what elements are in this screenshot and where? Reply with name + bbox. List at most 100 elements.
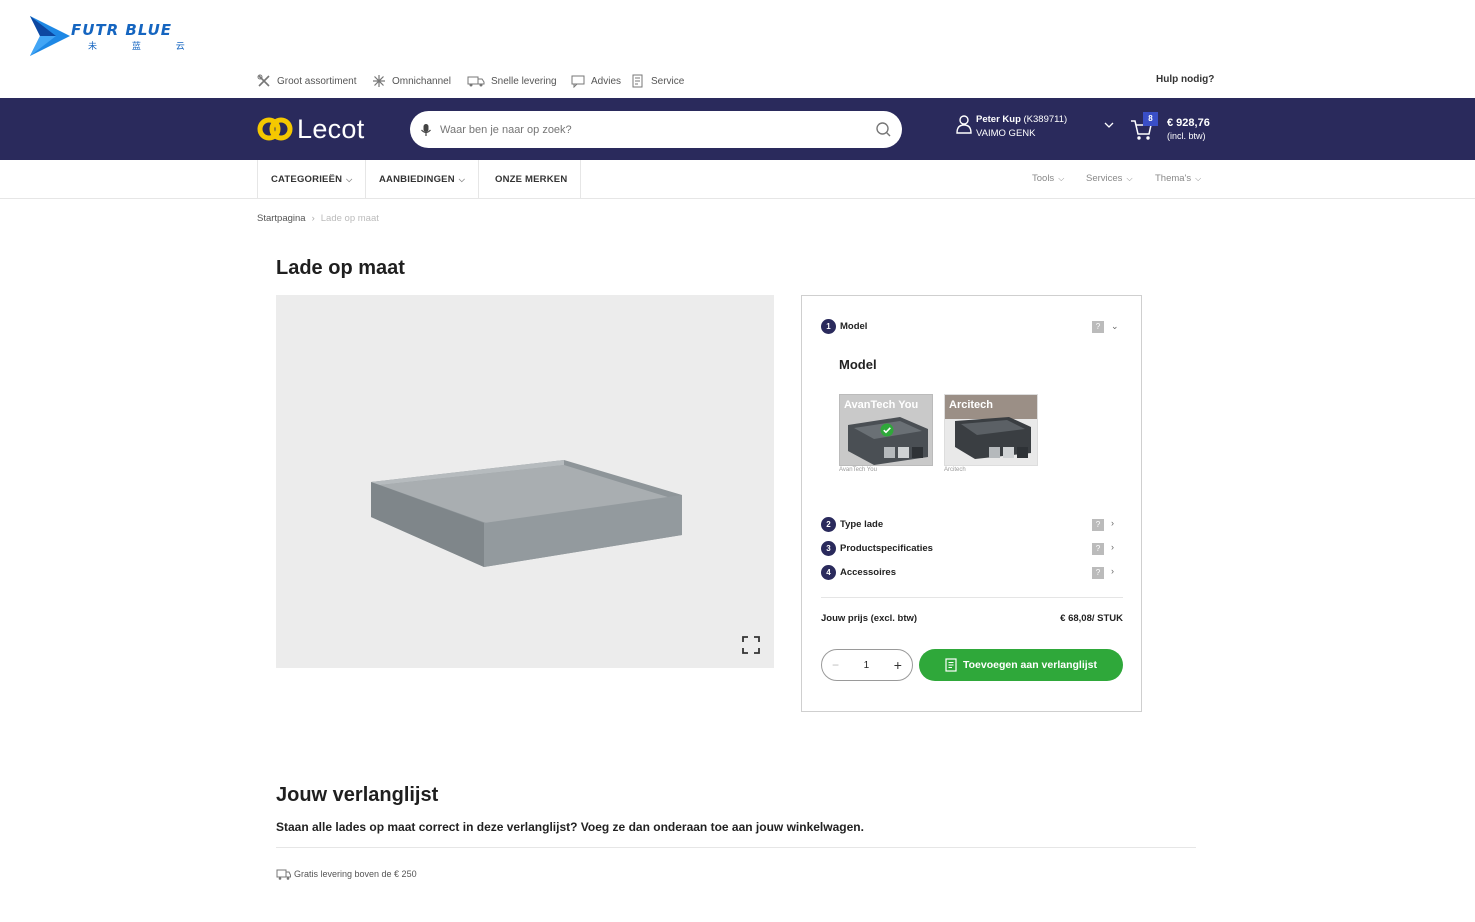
model-caption: Arcitech [944, 467, 966, 473]
model-option-label: Arcitech [949, 399, 994, 411]
add-to-wishlist-button[interactable]: Toevoegen aan verlanglijst [919, 649, 1123, 681]
usp-label: Service [651, 75, 685, 87]
user-icon [956, 115, 972, 134]
usp-label: Omnichannel [392, 75, 451, 87]
model-option-label: AvanTech You [844, 399, 919, 411]
search-bar[interactable] [410, 111, 902, 148]
usp-item-advice[interactable]: Advies [571, 74, 621, 88]
page-title: Lade op maat [276, 257, 405, 279]
step-label: Productspecificaties [840, 543, 933, 554]
wishlist-text: Staan alle lades op maat correct in deze… [276, 820, 864, 834]
usp-item-omnichannel[interactable]: Omnichannel [372, 74, 451, 88]
search-icon[interactable] [875, 121, 892, 138]
nav-categories[interactable]: CATEGORIEËN ⌵ [257, 160, 367, 199]
help-icon[interactable]: ? [1092, 543, 1104, 555]
usp-label: Groot assortiment [277, 75, 357, 87]
nav-label: Tools [1032, 173, 1055, 184]
help-icon[interactable]: ? [1092, 519, 1104, 531]
lecot-logo[interactable]: Lecot [257, 111, 365, 147]
search-input[interactable] [440, 123, 860, 136]
nav-services[interactable]: Services ⌵ [1086, 173, 1133, 184]
usp-item-assortment[interactable]: Groot assortiment [257, 74, 356, 88]
chevron-down-icon: ⌵ [1058, 173, 1065, 183]
nav-tools[interactable]: Tools ⌵ [1032, 173, 1064, 184]
breadcrumb-current: Lade op maat [320, 213, 379, 224]
cart-amount: € 928,76 [1167, 117, 1210, 129]
quantity-decrease-button[interactable]: − [832, 658, 839, 672]
price-label: Jouw prijs (excl. btw) [821, 613, 918, 624]
breadcrumb: Startpagina › Lade op maat [257, 213, 379, 224]
user-name: Peter Kup [976, 114, 1021, 125]
chevron-right-icon: › [311, 213, 315, 224]
truck-icon [467, 76, 485, 87]
quantity-increase-button[interactable]: + [894, 657, 902, 673]
configurator-panel: 1 Model ? ⌄ Model AvanTech You AvanTech … [801, 295, 1142, 712]
step-type[interactable]: 2 Type lade [821, 517, 883, 532]
usp-label: Snelle levering [491, 75, 557, 87]
step-number: 4 [821, 565, 836, 580]
help-link[interactable]: Hulp nodig? [1156, 74, 1214, 85]
usp-bar: Groot assortiment Omnichannel Snelle lev… [0, 70, 1475, 98]
add-to-wishlist-label: Toevoegen aan verlanglijst [962, 659, 1097, 671]
price-value: € 68,08/ STUK [1060, 613, 1123, 624]
drawer-illustration [371, 460, 682, 567]
nav-offers[interactable]: AANBIEDINGEN ⌵ [366, 160, 480, 199]
user-org: VAIMO GENK [976, 128, 1036, 139]
chevron-right-icon[interactable]: › [1111, 542, 1114, 552]
truck-icon [276, 869, 291, 880]
expand-icon[interactable] [742, 636, 760, 654]
model-option-avantech[interactable]: AvanTech You [839, 394, 933, 466]
quantity-value[interactable]: 1 [864, 660, 870, 671]
step-number: 2 [821, 517, 836, 532]
nav-brands[interactable]: ONZE MERKEN [482, 160, 582, 199]
chat-icon [571, 75, 585, 88]
main-navigation: CATEGORIEËN ⌵ AANBIEDINGEN ⌵ ONZE MERKEN T… [0, 160, 1475, 199]
nav-label: ONZE MERKEN [495, 174, 568, 185]
model-option-arcitech[interactable]: Arcitech [944, 394, 1038, 466]
nav-themes[interactable]: Thema's ⌵ [1155, 173, 1201, 184]
step-label: Model [840, 321, 868, 332]
user-name-line: Peter Kup (K389711) [976, 114, 1067, 125]
chevron-right-icon[interactable]: › [1111, 566, 1114, 576]
watermark-logo: FUTR BLUE 未 蓝 云 [26, 14, 206, 60]
nav-label: AANBIEDINGEN [379, 174, 455, 185]
delivery-text: Gratis levering boven de € 250 [294, 869, 417, 879]
step-number: 1 [821, 319, 836, 334]
wishlist-title: Jouw verlanglijst [276, 784, 439, 806]
quantity-stepper[interactable]: − 1 + [821, 649, 913, 681]
usp-item-delivery[interactable]: Snelle levering [467, 74, 557, 88]
nav-label: Services [1086, 173, 1123, 184]
usp-label: Advies [591, 75, 622, 87]
step-specifications[interactable]: 3 Productspecificaties [821, 541, 933, 556]
user-id: (K389711) [1023, 114, 1068, 125]
nav-label: Thema's [1155, 173, 1192, 184]
divider [276, 847, 1196, 848]
chevron-down-icon[interactable]: ⌄ [1111, 321, 1119, 332]
cart-button[interactable]: 8 [1130, 112, 1158, 142]
service-icon [632, 74, 643, 88]
step-model[interactable]: 1 Model [821, 319, 867, 334]
logo-text: Lecot [297, 113, 365, 144]
breadcrumb-home[interactable]: Startpagina [257, 213, 306, 224]
chevron-down-icon: ⌵ [458, 174, 466, 184]
main-header: Lecot Peter Kup (K389711) VAIMO GENK 8 €… [0, 98, 1475, 160]
watermark-sub: 未 蓝 云 [88, 42, 201, 52]
step-label: Accessoires [840, 567, 896, 578]
help-icon[interactable]: ? [1092, 567, 1104, 579]
chevron-down-icon[interactable] [1104, 121, 1114, 129]
model-caption: AvanTech You [839, 467, 877, 473]
cart-count-badge: 8 [1143, 112, 1158, 126]
step-accessories[interactable]: 4 Accessoires [821, 565, 896, 580]
nav-label: CATEGORIEËN [271, 174, 343, 185]
cart-total[interactable]: € 928,76 (incl. btw) [1167, 117, 1210, 141]
microphone-icon[interactable] [418, 122, 434, 138]
chevron-right-icon[interactable]: › [1111, 518, 1114, 528]
product-image[interactable] [276, 295, 774, 668]
usp-item-service[interactable]: Service [631, 74, 684, 88]
arrow-logo-icon [30, 16, 70, 56]
step-number: 3 [821, 541, 836, 556]
user-account[interactable]: Peter Kup (K389711) VAIMO GENK [956, 114, 1067, 139]
list-icon [945, 658, 957, 672]
cart-vat: (incl. btw) [1167, 131, 1206, 141]
help-icon[interactable]: ? [1092, 321, 1104, 333]
